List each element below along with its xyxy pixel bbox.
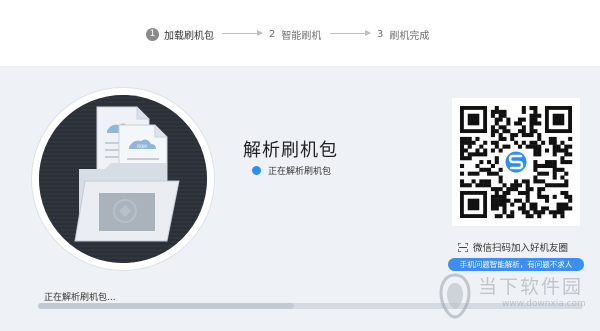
- downxia-logo-icon: [439, 273, 471, 319]
- step-2-number: 2: [269, 28, 276, 40]
- step-3-label: 刷机完成: [389, 30, 430, 42]
- step-2: 2 智能刷机: [269, 25, 321, 43]
- wechat-qr-code-icon: [460, 106, 573, 219]
- progress-label: 正在解析刷机包...: [44, 293, 116, 303]
- status-subtitle-text: 正在解析刷机包: [268, 167, 332, 177]
- step-2-label: 智能刷机: [281, 30, 322, 42]
- step-3-number: 3: [377, 28, 384, 40]
- step-1: 1 加载刷机包: [146, 25, 214, 43]
- qr-caption: 微信扫码加入好机友圈: [458, 240, 568, 254]
- smart-analysis-badge[interactable]: 手机问题智能解析，有问题不求人: [448, 258, 584, 271]
- status-title: 解析刷机包: [243, 140, 338, 161]
- step-1-label: 加载刷机包: [164, 30, 214, 42]
- watermark-url: www.downxia.com: [502, 299, 586, 309]
- progress-bar-fill: [38, 303, 295, 309]
- folder-icon: [74, 163, 180, 242]
- rom-illustration: ROM: [32, 88, 214, 270]
- qr-code: [452, 98, 580, 226]
- illustration-disc: ROM: [39, 95, 207, 263]
- step-bar: 1 加载刷机包 2 智能刷机 3 刷机完成: [0, 0, 600, 66]
- scan-icon: [458, 242, 468, 252]
- step-3: 3 刷机完成: [377, 25, 429, 43]
- qr-caption-text: 微信扫码加入好机友圈: [473, 243, 569, 254]
- status-subtitle: 正在解析刷机包: [252, 164, 331, 177]
- status-indicator-dot: [252, 166, 261, 175]
- rom-file-tag: ROM: [137, 144, 147, 149]
- watermark: 当下软件园 www.downxia.com: [438, 271, 590, 327]
- step-arrow-2: [330, 30, 371, 36]
- watermark-text: 当下软件园: [478, 276, 584, 298]
- step-arrow-1: [222, 30, 263, 36]
- folder-with-files-icon: ROM: [39, 95, 207, 263]
- step-1-number: 1: [146, 27, 159, 41]
